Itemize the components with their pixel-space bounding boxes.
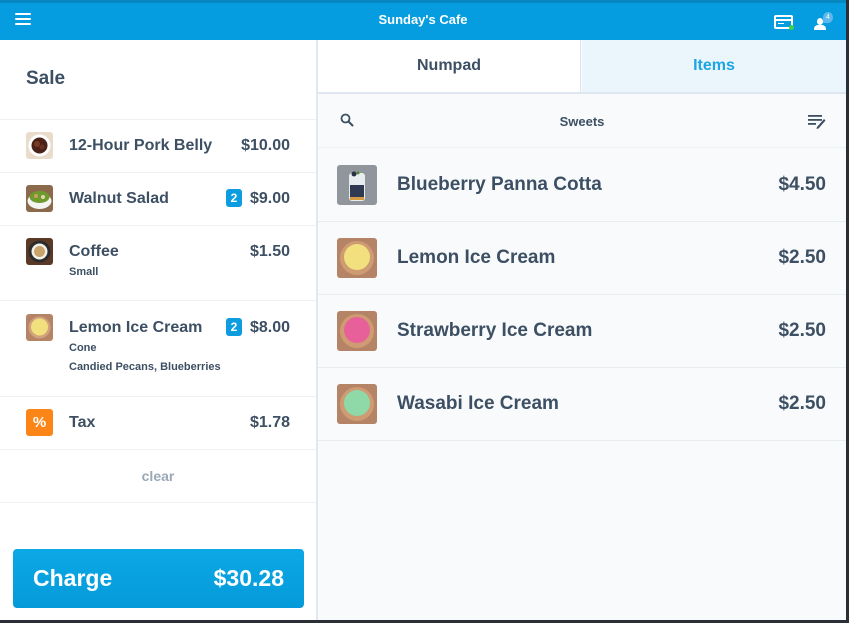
sale-title: Sale	[26, 68, 66, 89]
wasabi-ice-cream-thumbnail	[337, 384, 377, 424]
sale-line-item[interactable]: Coffee $1.50 Small	[0, 226, 316, 300]
charge-label: Charge	[33, 565, 113, 591]
sale-item-price: $10.00	[241, 137, 290, 154]
catalog-item[interactable]: Wasabi Ice Cream $2.50	[318, 368, 846, 441]
charge-amount: $30.28	[213, 565, 284, 591]
quantity-badge: 2	[226, 189, 242, 207]
clear-button[interactable]: clear	[0, 468, 316, 484]
percent-icon: %	[26, 409, 53, 436]
sale-item-modifier: Small	[69, 266, 99, 278]
card-reader-status-dot	[789, 25, 794, 30]
divider	[0, 449, 316, 450]
lemon-ice-cream-thumbnail	[337, 238, 377, 278]
sale-item-price: $8.00	[249, 319, 290, 336]
quantity-badge: 2	[226, 318, 242, 336]
catalog-item-name: Lemon Ice Cream	[397, 247, 556, 268]
coffee-thumbnail	[26, 238, 53, 265]
catalog-item-name: Blueberry Panna Cotta	[397, 174, 602, 195]
sale-panel: Sale 12-Hour Pork Belly $10.00 Walnut Sa…	[0, 40, 318, 620]
sale-item-name: Walnut Salad	[69, 190, 169, 207]
tax-label: Tax	[69, 414, 96, 431]
top-bar: Sunday's Cafe 4	[0, 0, 846, 40]
sale-item-name: Coffee	[69, 243, 119, 260]
catalog-item-name: Wasabi Ice Cream	[397, 393, 559, 414]
category-bar: Sweets	[318, 94, 846, 148]
pos-app: Sunday's Cafe 4 Sale 12-Hour Pork Belly …	[0, 0, 846, 620]
customer-icon[interactable]: 4	[813, 12, 833, 32]
sale-line-item[interactable]: Walnut Salad 2 $9.00	[0, 173, 316, 225]
strawberry-ice-cream-thumbnail	[337, 311, 377, 351]
walnut-salad-thumbnail	[26, 185, 53, 212]
sale-item-name: 12-Hour Pork Belly	[69, 137, 213, 154]
catalog-item[interactable]: Strawberry Ice Cream $2.50	[318, 295, 846, 368]
blueberry-panna-cotta-thumbnail	[337, 165, 377, 205]
sale-line-item[interactable]: Lemon Ice Cream 2 $8.00 Cone Candied Pec…	[0, 301, 316, 396]
pork-belly-thumbnail	[26, 132, 53, 159]
lemon-ice-cream-thumbnail	[26, 314, 53, 341]
catalog-panel: Numpad Items Sweets Blueberry Panna Cott…	[318, 40, 846, 620]
sale-item-price: $9.00	[249, 190, 290, 207]
tax-amount: $1.78	[249, 414, 290, 431]
customer-badge: 4	[823, 12, 833, 23]
edit-list-icon[interactable]	[808, 113, 826, 129]
sale-item-name: Lemon Ice Cream	[69, 319, 203, 336]
tab-bar: Numpad Items	[318, 40, 846, 94]
sale-item-modifier: Candied Pecans, Blueberries	[69, 361, 221, 373]
tab-numpad[interactable]: Numpad	[318, 40, 581, 92]
sale-line-item[interactable]: 12-Hour Pork Belly $10.00	[0, 120, 316, 172]
catalog-item-price: $4.50	[778, 174, 826, 195]
catalog-item[interactable]: Blueberry Panna Cotta $4.50	[318, 149, 846, 222]
catalog-item-price: $2.50	[778, 393, 826, 414]
app-title: Sunday's Cafe	[378, 12, 468, 27]
tax-row[interactable]: % Tax $1.78	[0, 397, 316, 449]
tab-items[interactable]: Items	[582, 40, 846, 92]
sale-item-modifier: Cone	[69, 342, 97, 354]
catalog-item[interactable]: Lemon Ice Cream $2.50	[318, 222, 846, 295]
catalog-item-price: $2.50	[778, 320, 826, 341]
charge-button[interactable]: Charge $30.28	[13, 549, 304, 608]
catalog-item-price: $2.50	[778, 247, 826, 268]
catalog-item-name: Strawberry Ice Cream	[397, 320, 593, 341]
divider	[0, 502, 316, 503]
category-label[interactable]: Sweets	[318, 114, 846, 129]
sale-item-price: $1.50	[249, 243, 290, 260]
